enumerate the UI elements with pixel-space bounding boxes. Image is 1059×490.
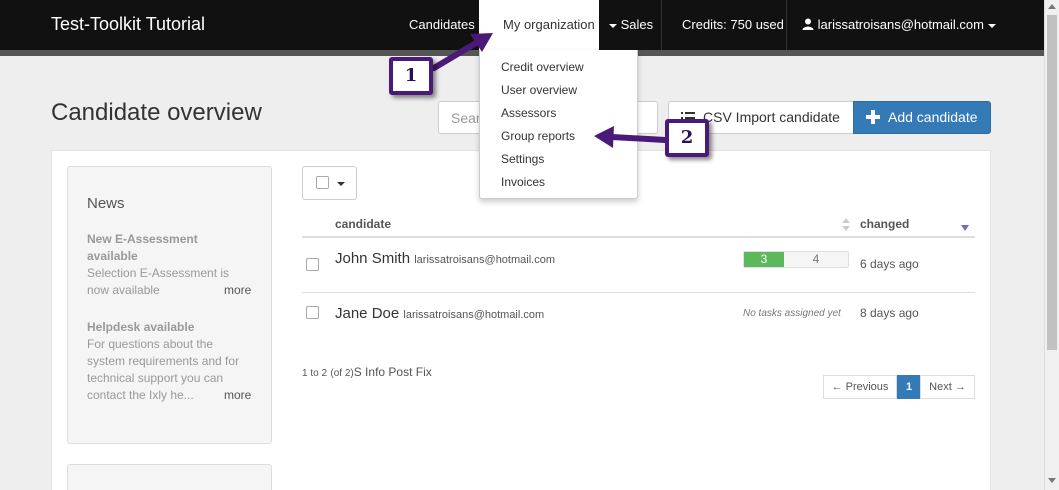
changed-date: 8 days ago	[860, 306, 919, 320]
news-item-headline: Helpdesk available	[87, 320, 195, 334]
pagination-range: 1 to 2	[302, 368, 328, 379]
user-icon	[802, 18, 814, 30]
bulk-select-dropdown[interactable]	[302, 166, 357, 200]
nav-divider	[786, 0, 787, 50]
news-more-link[interactable]: more	[224, 283, 251, 297]
row-divider	[302, 292, 975, 293]
organization-dropdown-menu: Credit overview User overview Assessors …	[479, 50, 638, 199]
menu-item-assessors[interactable]: Assessors	[501, 106, 556, 120]
caret-down-icon	[337, 182, 345, 186]
scroll-up-arrow-icon[interactable]	[1048, 4, 1056, 9]
nav-my-organization[interactable]: My organization	[479, 0, 599, 50]
page-1-button[interactable]: 1	[897, 375, 921, 399]
pagination-suffix: S Info Post Fix	[353, 365, 432, 379]
task-progress-bar: 3 4	[743, 251, 849, 268]
caret-down-icon	[609, 23, 617, 28]
tasks-open: 4	[812, 252, 820, 266]
page-title: Candidate overview	[51, 99, 262, 126]
table-header-divider	[302, 236, 975, 238]
brand-logo[interactable]: Test-Toolkit Tutorial	[51, 14, 205, 35]
add-candidate-button[interactable]: Add candidate	[853, 101, 991, 134]
candidate-name[interactable]: Jane Doe	[335, 305, 399, 322]
column-header-candidate[interactable]: candidate	[335, 217, 391, 231]
candidate-email: larissatroisans@hotmail.com	[403, 309, 545, 321]
nav-user-menu[interactable]: larissatroisans@hotmail.com	[802, 0, 996, 50]
pagination-info: 1 to 2 (of 2)S Info Post Fix	[302, 365, 432, 379]
callout-step-2: 2	[665, 119, 709, 157]
column-header-changed[interactable]: changed	[860, 217, 909, 231]
changed-date: 6 days ago	[860, 257, 919, 271]
row-checkbox[interactable]	[306, 258, 319, 271]
nav-divider	[661, 0, 662, 50]
menu-item-user-overview[interactable]: User overview	[501, 83, 577, 97]
tasks-completed: 3	[744, 252, 784, 267]
secondary-panel	[67, 464, 272, 490]
nav-sales[interactable]: Sales	[609, 0, 653, 50]
sort-icon[interactable]	[842, 218, 850, 232]
callout-step-1: 1	[389, 57, 433, 95]
menu-item-group-reports[interactable]: Group reports	[501, 129, 575, 143]
add-candidate-label: Add candidate	[888, 109, 978, 125]
no-tasks-note: No tasks assigned yet	[743, 308, 841, 319]
menu-item-settings[interactable]: Settings	[501, 152, 544, 166]
scrollbar-thumb[interactable]	[1047, 15, 1057, 350]
scroll-down-arrow-icon[interactable]	[1048, 478, 1056, 483]
news-more-link[interactable]: more	[224, 388, 251, 402]
news-item-headline: New E-Assessment available	[87, 232, 198, 263]
row-checkbox[interactable]	[306, 306, 319, 319]
select-all-checkbox[interactable]	[316, 176, 329, 189]
table-row[interactable]: John Smith larissatroisans@hotmail.com	[335, 250, 555, 267]
candidate-email: larissatroisans@hotmail.com	[414, 254, 555, 266]
nav-credits[interactable]: Credits: 750 used	[682, 0, 784, 50]
menu-item-credit-overview[interactable]: Credit overview	[501, 60, 584, 74]
user-email: larissatroisans@hotmail.com	[817, 17, 984, 32]
caret-down-icon	[987, 23, 996, 28]
nav-candidates[interactable]: Candidates	[409, 0, 475, 50]
table-row[interactable]: Jane Doe larissatroisans@hotmail.com	[335, 305, 544, 322]
pagination-total: (of 2)	[330, 368, 354, 379]
candidate-name[interactable]: John Smith	[335, 250, 410, 267]
news-title: News	[87, 195, 125, 212]
plus-icon	[866, 110, 880, 124]
menu-item-invoices[interactable]: Invoices	[501, 175, 545, 189]
csv-import-label: CSV Import candidate	[703, 109, 840, 125]
previous-page-button[interactable]: ← Previous	[823, 375, 897, 399]
next-page-button[interactable]: Next →	[920, 375, 975, 399]
nav-sales-label: Sales	[620, 17, 654, 32]
sort-desc-icon[interactable]	[961, 225, 969, 231]
vertical-scrollbar[interactable]	[1044, 0, 1059, 490]
